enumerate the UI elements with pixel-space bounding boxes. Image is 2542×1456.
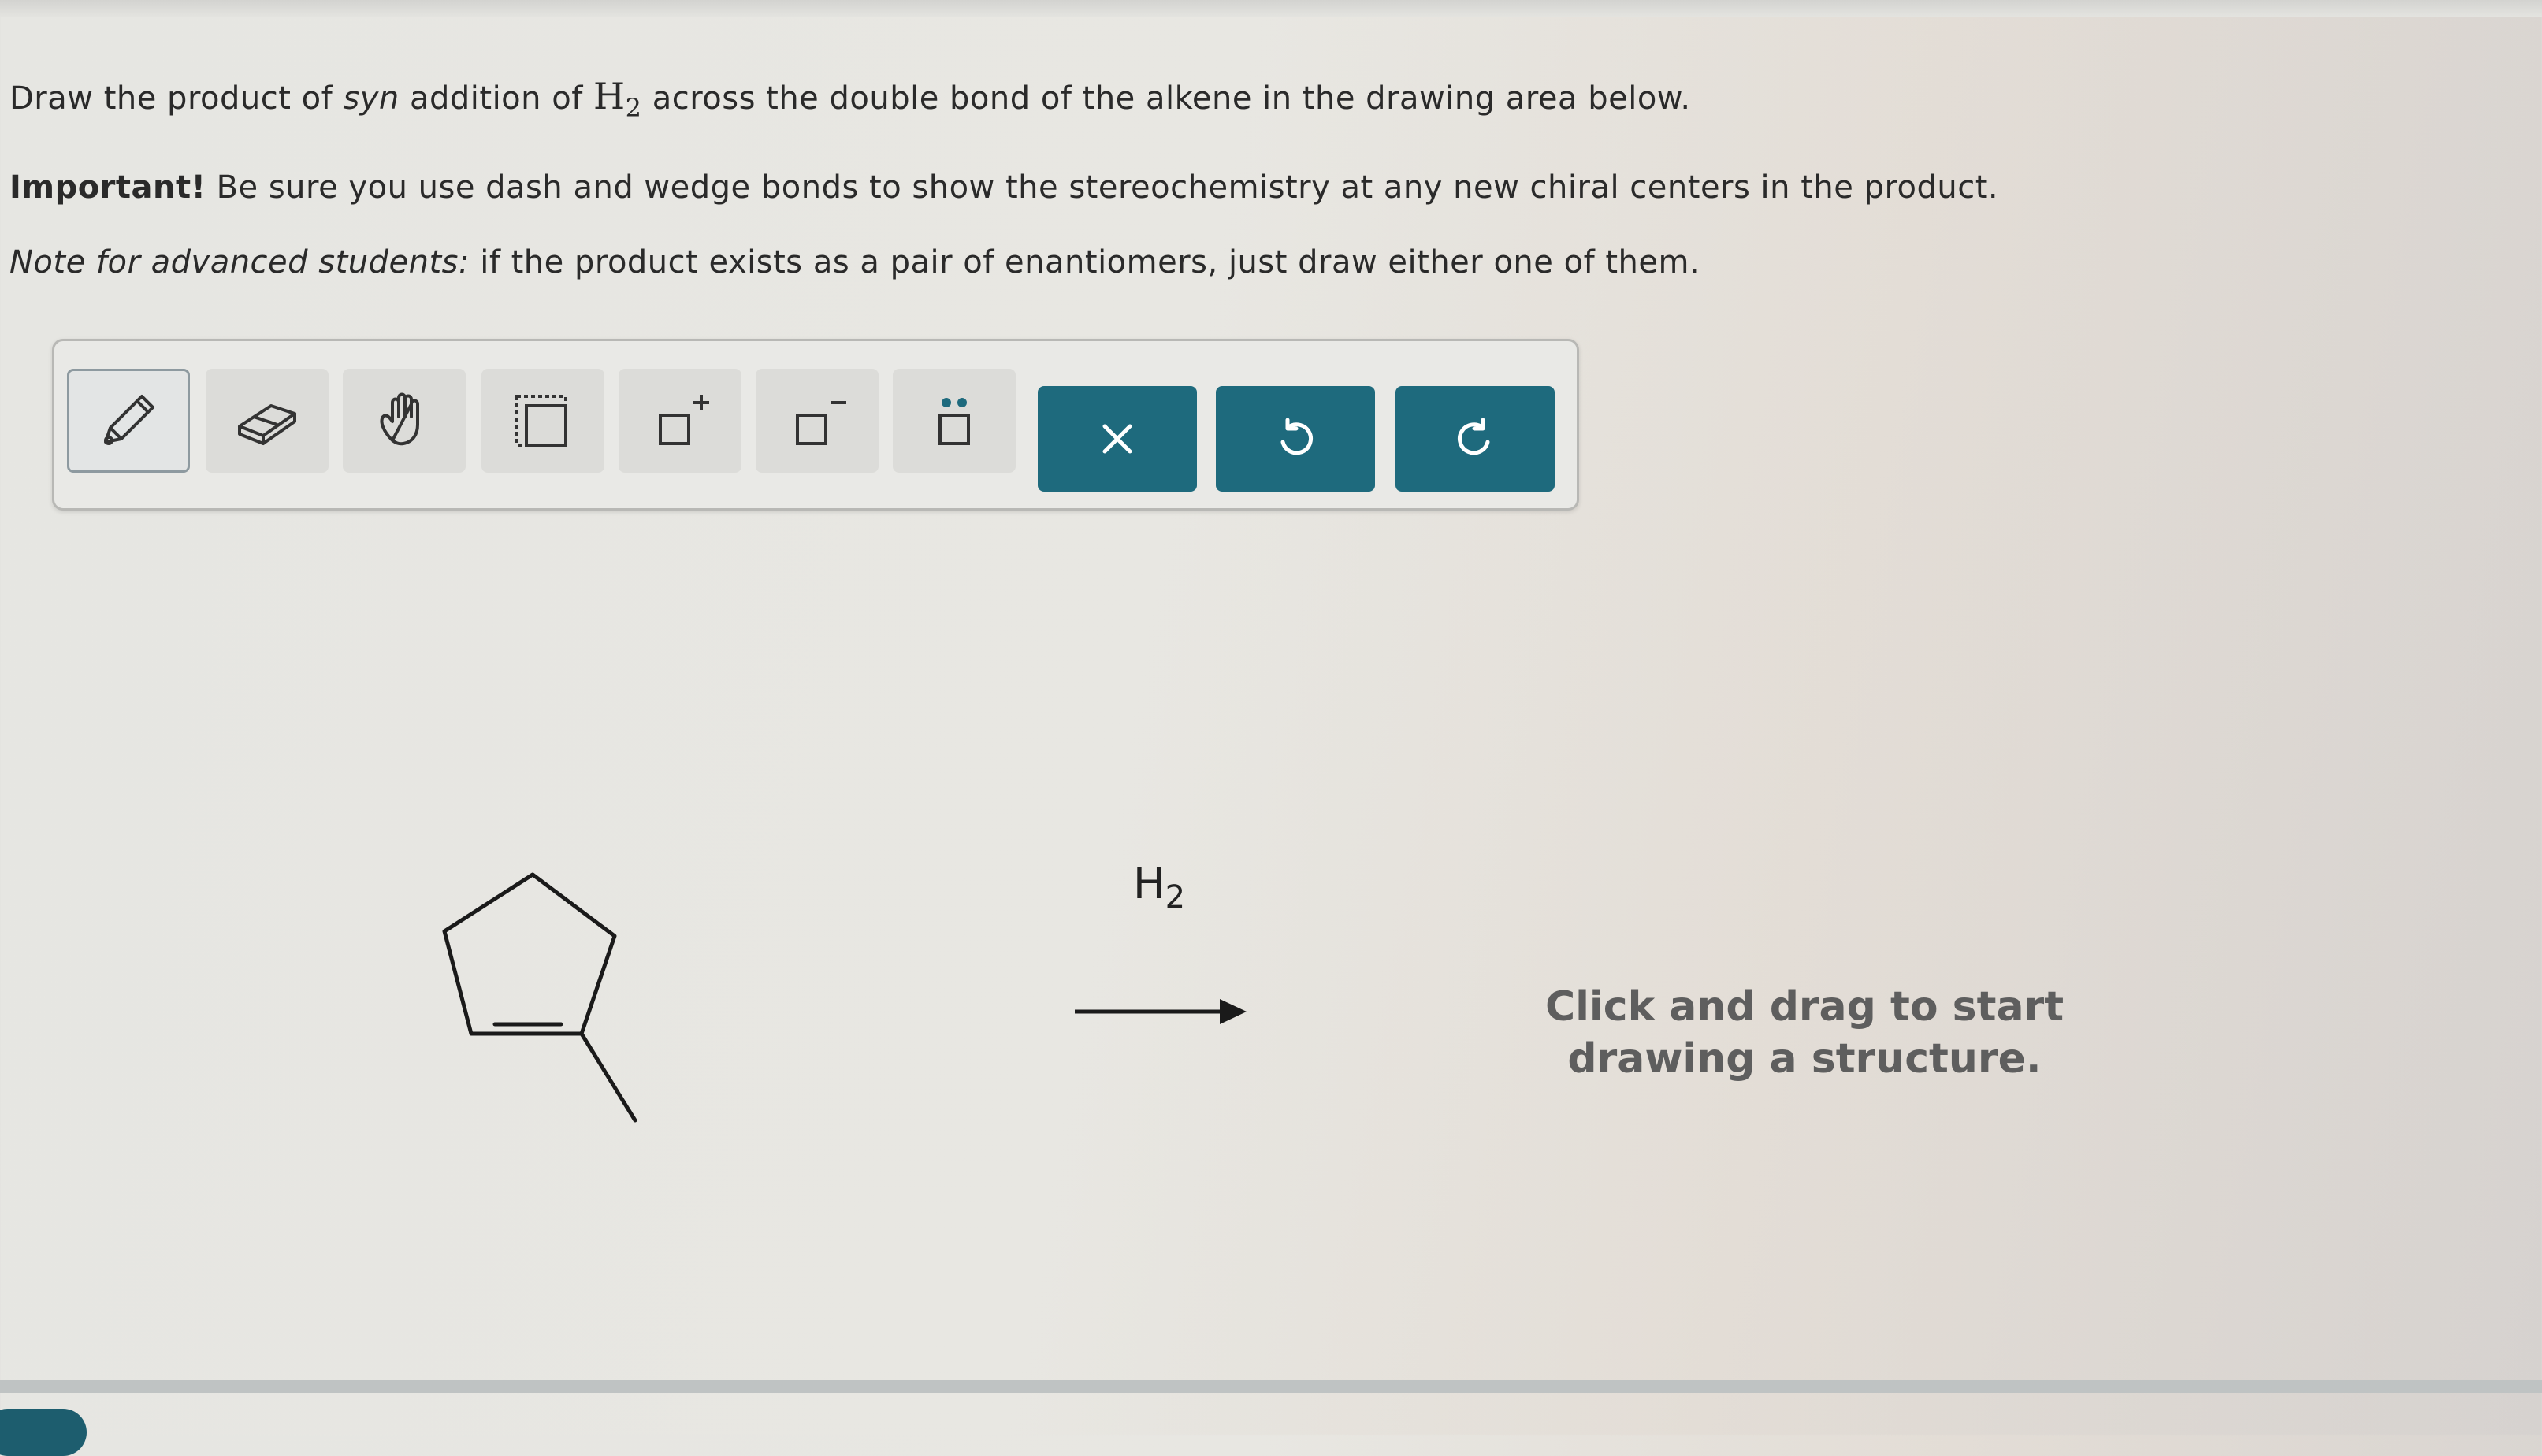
- undo-icon: [1280, 418, 1313, 455]
- add-negative-charge-button[interactable]: [756, 369, 879, 473]
- important-text: Be sure you use dash and wedge bonds to …: [206, 169, 1999, 206]
- eraser-tool-button[interactable]: [206, 369, 329, 473]
- note-label: Note for advanced students:: [9, 244, 470, 280]
- bottom-action-button[interactable]: [0, 1409, 87, 1456]
- pencil-tool-button[interactable]: [67, 369, 190, 473]
- select-box-icon: [515, 395, 567, 447]
- question-text: addition of: [399, 80, 593, 117]
- lone-pair-button[interactable]: [893, 369, 1016, 473]
- clear-button[interactable]: [1038, 386, 1197, 492]
- redo-icon: [1458, 418, 1490, 455]
- add-negative-charge-icon: [796, 401, 846, 445]
- syn-term: syn: [343, 80, 400, 117]
- bottom-divider: [0, 1380, 2542, 1393]
- hand-icon: [380, 392, 419, 446]
- note-line: Note for advanced students: if the produ…: [9, 244, 1700, 280]
- canvas-hint: Click and drag to start drawing a struct…: [1497, 981, 2112, 1085]
- pencil-icon: [104, 395, 154, 445]
- add-positive-charge-button[interactable]: [619, 369, 741, 473]
- eraser-icon: [238, 404, 296, 445]
- hint-line-2: drawing a structure.: [1567, 1035, 2042, 1083]
- redo-button[interactable]: [1395, 386, 1555, 492]
- select-box-tool-button[interactable]: [481, 369, 604, 473]
- h2-formula: H2: [593, 75, 642, 124]
- undo-button[interactable]: [1216, 386, 1375, 492]
- important-line: Important! Be sure you use dash and wedg…: [9, 169, 1998, 206]
- add-positive-charge-icon: [659, 395, 709, 445]
- question-text: across the double bond of the alkene in …: [641, 80, 1691, 117]
- note-text: if the product exists as a pair of enant…: [470, 244, 1700, 280]
- important-label: Important!: [9, 169, 206, 206]
- drawing-canvas[interactable]: [0, 552, 2542, 1379]
- hint-line-1: Click and drag to start: [1544, 983, 2064, 1031]
- hand-tool-button[interactable]: [343, 369, 466, 473]
- question-text: Draw the product of: [9, 80, 344, 117]
- reagent-label: H2: [1133, 859, 1186, 916]
- top-strip: [0, 0, 2542, 17]
- clear-icon: [1102, 424, 1132, 454]
- drawing-toolbar: [52, 339, 1579, 511]
- question-line-1: Draw the product of syn addition of H2 a…: [9, 75, 1691, 123]
- lone-pair-icon: [938, 398, 970, 445]
